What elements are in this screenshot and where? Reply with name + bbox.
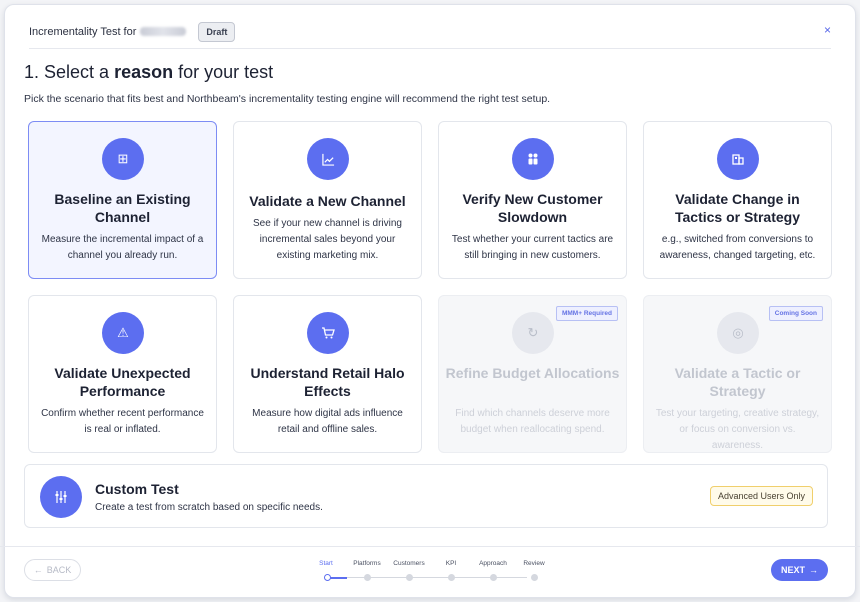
step-dot-platforms bbox=[363, 574, 371, 581]
cart-icon bbox=[307, 312, 349, 354]
arrow-left-icon: ← bbox=[33, 565, 43, 575]
reason-card-customer-slowdown[interactable]: Verify New Customer Slowdown Test whethe… bbox=[438, 121, 627, 279]
step-dot-customers bbox=[405, 574, 413, 581]
mmm-required-badge: MMM+ Required bbox=[555, 306, 618, 321]
reason-card-retail-halo[interactable]: Understand Retail Halo Effects Measure h… bbox=[233, 295, 422, 453]
reason-card-tactic-strategy: Coming Soon ◎ Validate a Tactic or Strat… bbox=[643, 295, 832, 453]
card-description: Measure how digital ads influence retail… bbox=[252, 408, 403, 435]
close-icon[interactable]: × bbox=[824, 23, 831, 37]
back-button[interactable]: ← BACK bbox=[24, 559, 81, 581]
target-icon: ◎ bbox=[717, 312, 759, 354]
custom-test-title: Custom Test bbox=[95, 481, 179, 497]
page-title-prefix: 1. Select a bbox=[24, 62, 115, 82]
header-title-text: Incrementality Test for bbox=[29, 25, 137, 38]
page-title-bold: reason bbox=[114, 62, 174, 82]
reason-card-unexpected-performance[interactable]: ⚠ Validate Unexpected Performance Confir… bbox=[28, 295, 217, 453]
reason-card-tactics-change[interactable]: Validate Change in Tactics or Strategy e… bbox=[643, 121, 832, 279]
reason-card-new-channel[interactable]: Validate a New Channel See if your new c… bbox=[233, 121, 422, 279]
building-icon bbox=[717, 138, 759, 180]
step-dot-start bbox=[323, 574, 331, 581]
card-description: Test whether your current tactics are st… bbox=[451, 234, 614, 261]
custom-test-description: Create a test from scratch based on spec… bbox=[95, 502, 323, 513]
card-title: Validate Unexpected Performance bbox=[54, 365, 191, 399]
card-description: Test your targeting, creative strategy, … bbox=[655, 408, 820, 451]
page-title-suffix: for your test bbox=[173, 62, 274, 82]
redacted-brand-name bbox=[140, 27, 187, 36]
card-description: See if your new channel is driving incre… bbox=[253, 218, 402, 261]
card-description: Measure the incremental impact of a chan… bbox=[41, 234, 204, 261]
progress-stepper: Start Platforms Customers KPI Approach R… bbox=[300, 560, 560, 590]
chart-line-icon bbox=[307, 138, 349, 180]
footer-divider bbox=[0, 546, 860, 547]
advanced-users-badge: Advanced Users Only bbox=[709, 486, 813, 506]
next-button-label: NEXT bbox=[780, 565, 805, 575]
card-title: Validate Change in Tactics or Strategy bbox=[674, 191, 800, 225]
card-description: Find which channels deserve more budget … bbox=[455, 408, 610, 435]
card-description: Confirm whether recent performance is re… bbox=[41, 408, 204, 435]
reason-card-budget-allocations: MMM+ Required ↻ Refine Budget Allocation… bbox=[438, 295, 627, 453]
card-title: Baseline an Existing Channel bbox=[54, 191, 191, 225]
step-dot-review bbox=[530, 574, 538, 581]
card-title: Refine Budget Allocations bbox=[445, 365, 620, 381]
refresh-icon: ↻ bbox=[512, 312, 554, 354]
back-button-label: BACK bbox=[46, 565, 72, 575]
warning-icon: ⚠ bbox=[102, 312, 144, 354]
sliders-icon bbox=[40, 476, 82, 518]
stepper-track bbox=[327, 577, 527, 578]
header-title: Incrementality Test for bbox=[29, 25, 187, 38]
coming-soon-badge: Coming Soon bbox=[768, 306, 823, 321]
card-title: Validate a Tactic or Strategy bbox=[674, 365, 801, 399]
arrow-right-icon: → bbox=[809, 565, 818, 575]
page-title: 1. Select a reason for your test bbox=[24, 62, 273, 83]
card-title: Validate a New Channel bbox=[249, 193, 406, 209]
grid-icon: ⊞ bbox=[102, 138, 144, 180]
custom-test-card[interactable]: Custom Test Create a test from scratch b… bbox=[24, 464, 828, 528]
people-icon bbox=[512, 138, 554, 180]
reason-card-baseline[interactable]: ⊞ Baseline an Existing Channel Measure t… bbox=[28, 121, 217, 279]
step-dot-approach bbox=[489, 574, 497, 581]
step-dot-kpi bbox=[447, 574, 455, 581]
card-title: Understand Retail Halo Effects bbox=[250, 365, 405, 399]
draft-badge: Draft bbox=[198, 21, 236, 42]
step-review[interactable]: Review bbox=[504, 560, 564, 567]
page-subtitle: Pick the scenario that fits best and Nor… bbox=[24, 93, 551, 105]
card-title: Verify New Customer Slowdown bbox=[462, 191, 603, 225]
card-description: e.g., switched from conversions to aware… bbox=[659, 234, 816, 261]
next-button[interactable]: NEXT → bbox=[771, 559, 828, 581]
modal-header: Incrementality Test for Draft × bbox=[29, 15, 831, 49]
